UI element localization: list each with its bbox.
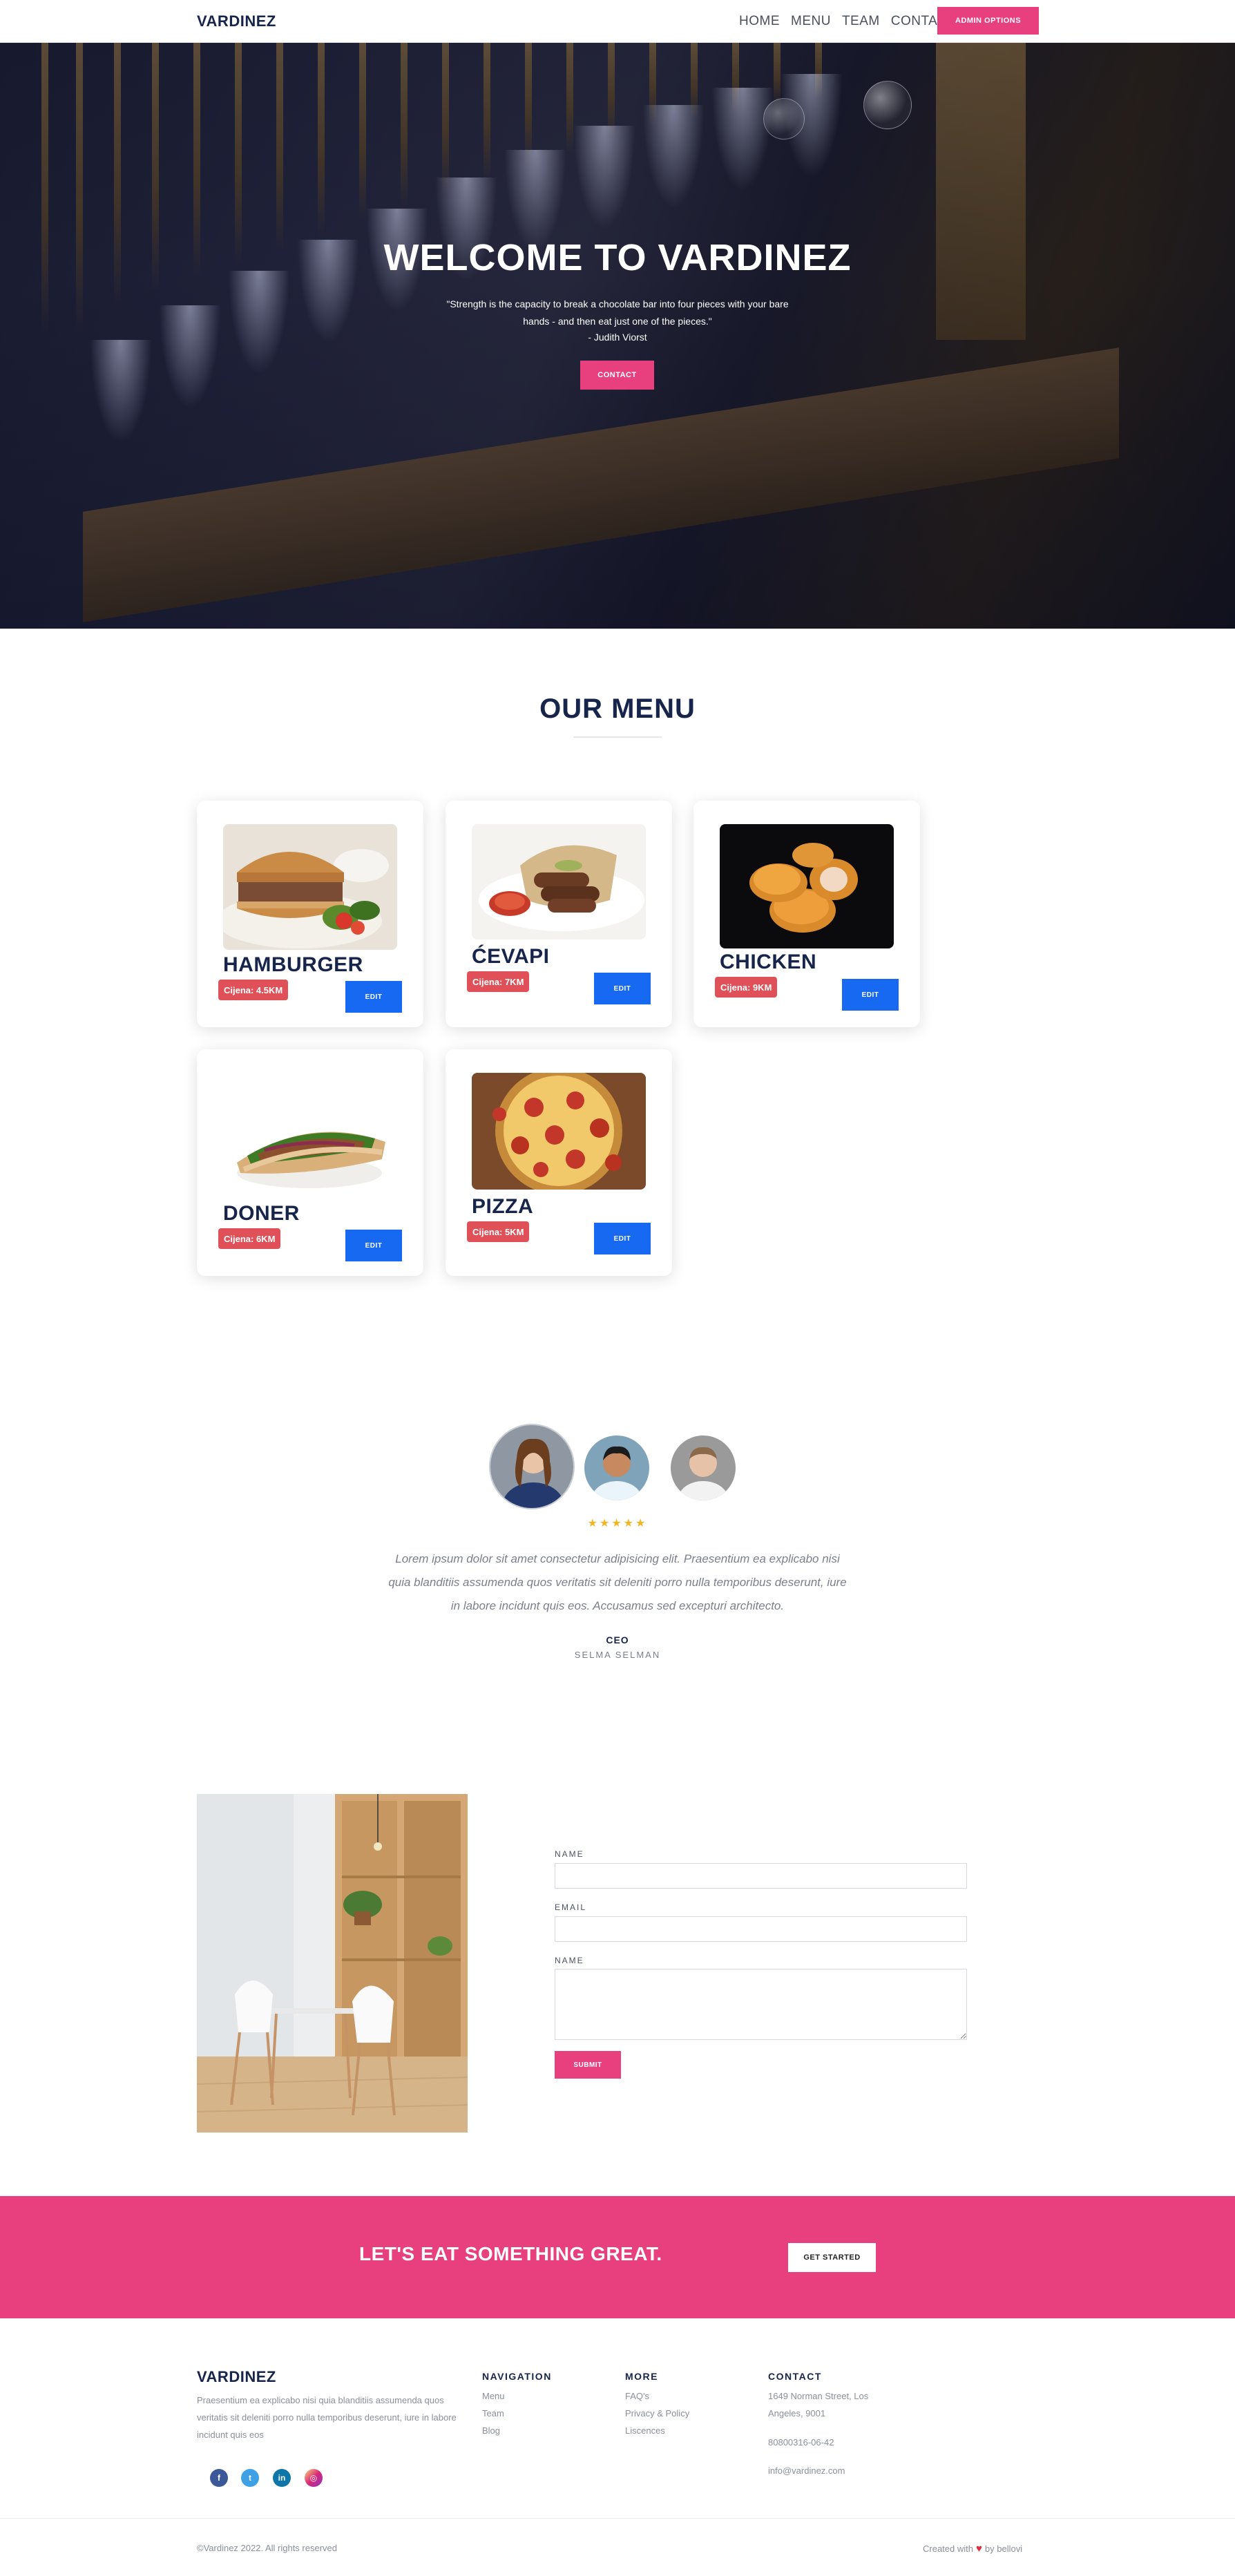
menu-item-name: ĆEVAPI	[472, 945, 550, 968]
nav-item-team[interactable]: TEAM	[842, 14, 880, 29]
message-label: NAME	[555, 1956, 584, 1965]
footer-more-title: MORE	[625, 2371, 658, 2382]
footer-link-privacy[interactable]: Privacy & Policy	[625, 2408, 689, 2418]
hero-contact-button[interactable]: CONTACT	[580, 361, 654, 390]
nav-item-home[interactable]: HOME	[739, 14, 780, 29]
avatar-testimonial-1[interactable]	[489, 1424, 575, 1509]
menu-item-name: DONER	[223, 1202, 300, 1225]
get-started-button[interactable]: GET STARTED	[788, 2243, 876, 2272]
hamburger-image	[223, 824, 397, 950]
hero-quote-author: - Judith Viorst	[588, 332, 647, 343]
menu-item-name: HAMBURGER	[223, 953, 363, 976]
menu-card-cevapi: ĆEVAPI Cijena: 7KM EDIT	[446, 801, 672, 1027]
credit-suffix: by bellovi	[984, 2544, 1023, 2554]
menu-card-chicken: CHICKEN Cijena: 9KM EDIT	[693, 801, 920, 1027]
edit-button[interactable]: EDIT	[594, 973, 651, 1004]
footer-description: Praesentium ea explicabo nisi quia bland…	[197, 2395, 457, 2440]
testimonial-role: CEO	[606, 1634, 629, 1645]
name-label: NAME	[555, 1849, 584, 1859]
menu-card-pizza: PIZZA Cijena: 5KM EDIT	[446, 1049, 672, 1276]
price-badge: Cijena: 6KM	[218, 1228, 281, 1249]
cta-text: LET'S EAT SOMETHING GREAT.	[359, 2243, 662, 2264]
footer-link-menu[interactable]: Menu	[482, 2391, 505, 2401]
avatar-testimonial-2[interactable]	[584, 1435, 649, 1500]
hero-title: WELCOME TO VARDINEZ	[383, 237, 852, 278]
footer-contact-title: CONTACT	[768, 2371, 822, 2382]
footer-brand: VARDINEZ	[197, 2368, 276, 2385]
copyright-text: ©Vardinez 2022. All rights reserved	[197, 2543, 337, 2553]
menu-card-doner: DONER Cijena: 6KM EDIT	[197, 1049, 423, 1276]
testimonial-text: Lorem ipsum dolor sit amet consectetur a…	[388, 1552, 847, 1612]
footer-link-team[interactable]: Team	[482, 2408, 504, 2418]
doner-image	[223, 1073, 397, 1197]
price-badge: Cijena: 4.5KM	[218, 980, 289, 1000]
interior-image	[197, 1794, 468, 2133]
hero-quote: "Strength is the capacity to break a cho…	[446, 298, 789, 327]
footer-link-faq[interactable]: FAQ's	[625, 2391, 649, 2401]
heart-icon: ♥	[975, 2543, 982, 2555]
hero-banner: WELCOME TO VARDINEZ "Strength is the cap…	[0, 43, 1235, 629]
footer-divider	[0, 2518, 1235, 2519]
pizza-image	[472, 1073, 646, 1190]
menu-card-hamburger: HAMBURGER Cijena: 4.5KM EDIT	[197, 801, 423, 1027]
nav-item-menu[interactable]: MENU	[791, 14, 831, 29]
chicken-image	[720, 824, 894, 948]
instagram-icon[interactable]: ◎	[305, 2469, 323, 2487]
linkedin-icon[interactable]: in	[273, 2469, 291, 2487]
footer-link-blog[interactable]: Blog	[482, 2425, 500, 2436]
nav-menu: HOME MENU TEAM CONTACT	[739, 14, 956, 29]
footer-link-licences[interactable]: Liscences	[625, 2425, 665, 2436]
top-navbar: VARDINEZ HOME MENU TEAM CONTACT ADMIN OP…	[0, 0, 1235, 43]
edit-button[interactable]: EDIT	[345, 1230, 402, 1261]
edit-button[interactable]: EDIT	[345, 981, 402, 1013]
submit-button[interactable]: SUBMIT	[555, 2051, 621, 2079]
admin-options-button[interactable]: ADMIN OPTIONS	[937, 7, 1039, 35]
title-divider	[573, 736, 662, 738]
menu-item-name: PIZZA	[472, 1195, 534, 1218]
credit-prefix: Created with	[923, 2544, 973, 2554]
price-badge: Cijena: 7KM	[467, 971, 530, 992]
edit-button[interactable]: EDIT	[842, 979, 899, 1011]
menu-section-title: OUR MENU	[539, 694, 696, 724]
footer-navigation-title: NAVIGATION	[482, 2371, 552, 2382]
email-label: EMAIL	[555, 1902, 587, 1912]
avatar-testimonial-3[interactable]	[671, 1435, 736, 1500]
price-badge: Cijena: 9KM	[715, 977, 778, 998]
footer-address-line1: 1649 Norman Street, Los	[768, 2391, 869, 2401]
testimonial-name: SELMA SELMAN	[574, 1650, 661, 1660]
cevapi-image	[472, 824, 646, 939]
rating-stars: ★★★★★	[587, 1518, 648, 1529]
message-textarea[interactable]	[555, 1969, 967, 2040]
email-field[interactable]	[555, 1916, 967, 1942]
twitter-icon[interactable]: t	[241, 2469, 259, 2487]
brand-logo[interactable]: VARDINEZ	[197, 12, 276, 30]
edit-button[interactable]: EDIT	[594, 1223, 651, 1254]
name-field[interactable]	[555, 1863, 967, 1889]
menu-item-name: CHICKEN	[720, 951, 817, 973]
price-badge: Cijena: 5KM	[467, 1221, 530, 1242]
cta-banner: LET'S EAT SOMETHING GREAT. GET STARTED	[0, 2196, 1235, 2318]
credit-text: Created with ♥ by bellovi	[923, 2543, 1022, 2555]
facebook-icon[interactable]: f	[210, 2469, 228, 2487]
footer-phone: 80800316-06-42	[768, 2437, 834, 2448]
footer-email[interactable]: info@vardinez.com	[768, 2465, 845, 2476]
footer-address-line2: Angeles, 9001	[768, 2408, 826, 2418]
